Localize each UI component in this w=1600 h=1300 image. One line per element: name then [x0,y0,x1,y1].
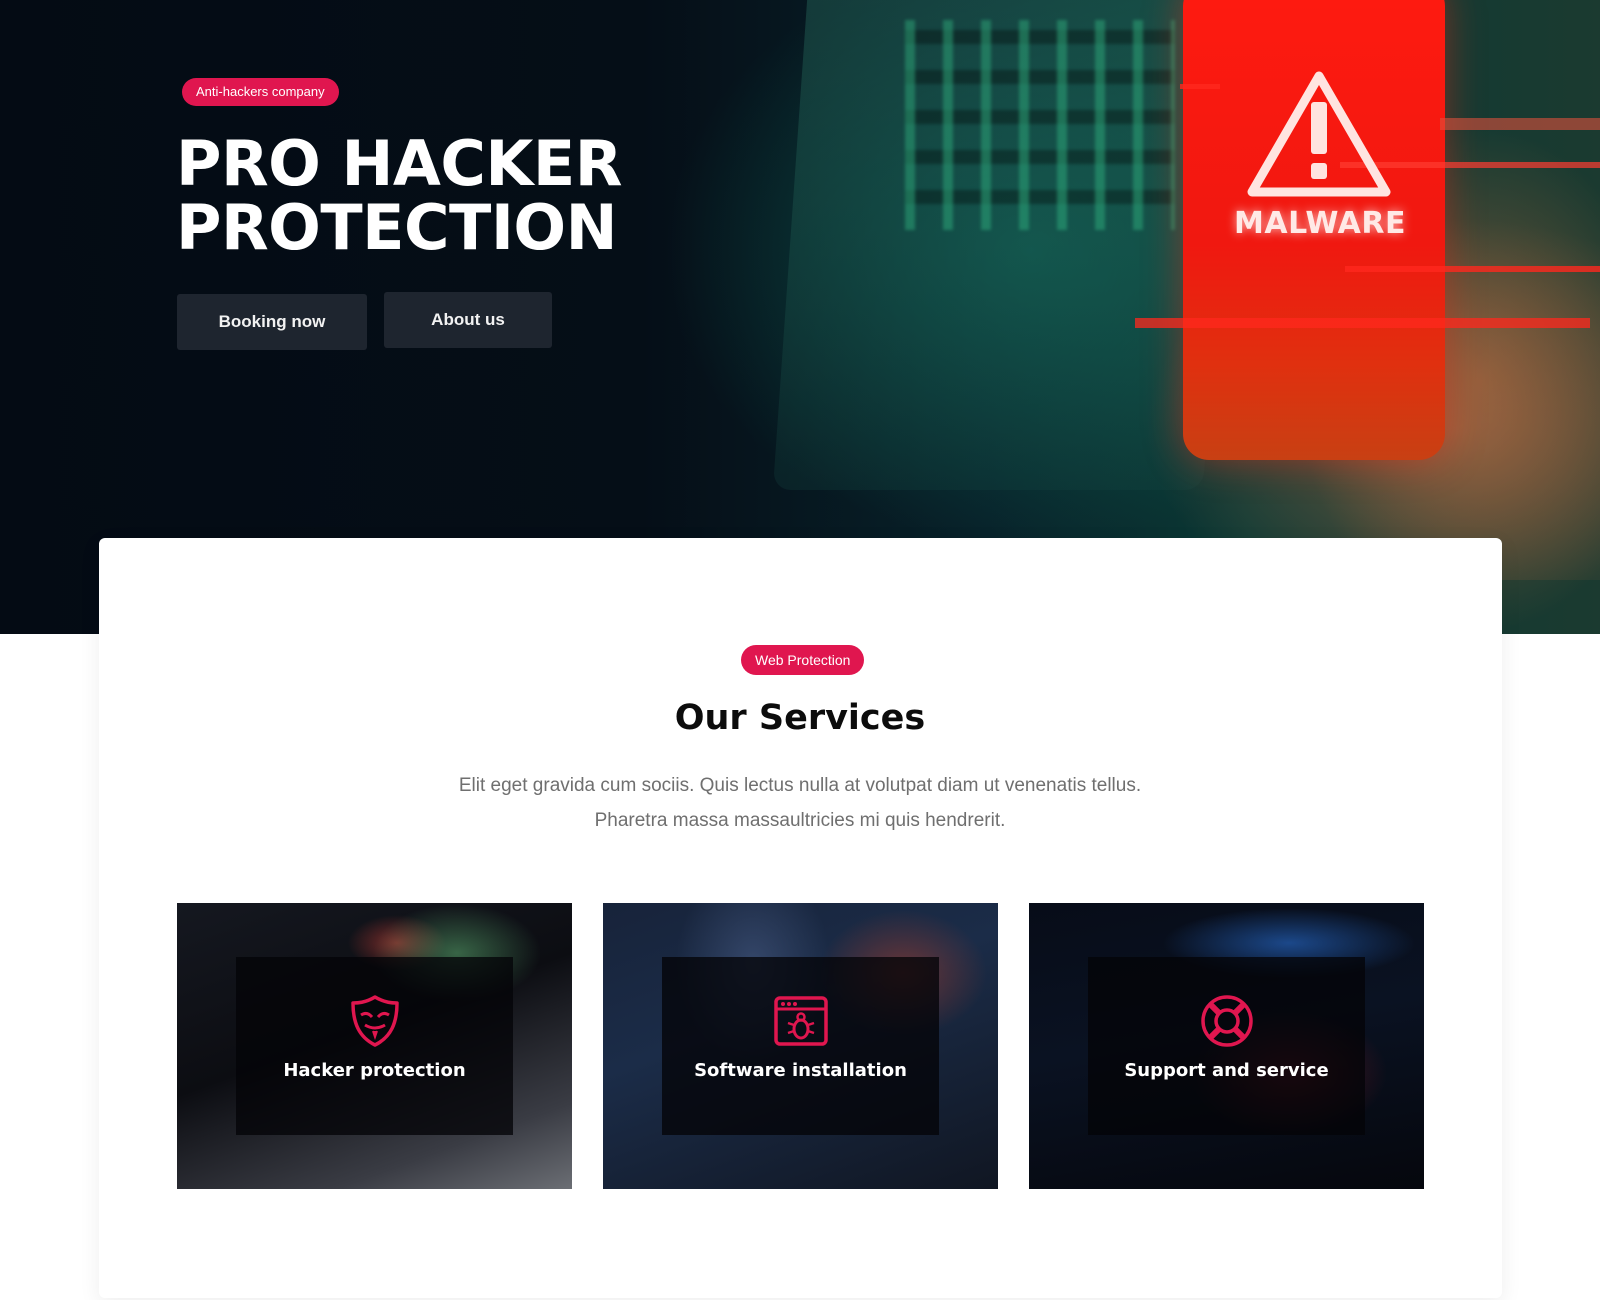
services-description-line1: Elit eget gravida cum sociis. Quis lectu… [458,775,1142,796]
service-card-support-and-service[interactable]: Support and service [1029,903,1424,1189]
lifebuoy-icon [1201,995,1253,1047]
card-label: Support and service [1124,1060,1329,1081]
services-description: Elit eget gravida cum sociis. Quis lectu… [400,768,1200,838]
service-card-software-installation[interactable]: Software installation [603,903,998,1189]
services-badge: Web Protection [741,645,865,675]
hero-title-line2: PROTECTION [176,191,618,264]
warning-triangle-icon [1247,71,1391,197]
hero-image-malware-text: MALWARE [1234,206,1406,241]
service-card-hacker-protection[interactable]: Hacker protection [177,903,572,1189]
services-description-line2: Pharetra massa massaultricies mi quis he… [594,810,1006,831]
hero-title: PRO HACKER PROTECTION [176,132,696,260]
services-title: Our Services [674,698,926,738]
glitch-line [1440,118,1600,130]
hero-badge: Anti-hackers company [182,78,339,106]
card-label: Hacker protection [283,1060,466,1081]
about-us-button[interactable]: About us [384,292,552,348]
card-label: Software installation [694,1060,907,1081]
booking-now-button[interactable]: Booking now [177,294,367,350]
hero-keyboard-glow [905,20,1175,230]
glitch-line [1345,266,1600,272]
hero-title-line1: PRO HACKER [176,127,622,200]
bug-window-icon [774,996,828,1046]
mask-shield-icon [351,995,399,1047]
glitch-line [1135,318,1590,328]
glitch-line [1180,84,1220,89]
